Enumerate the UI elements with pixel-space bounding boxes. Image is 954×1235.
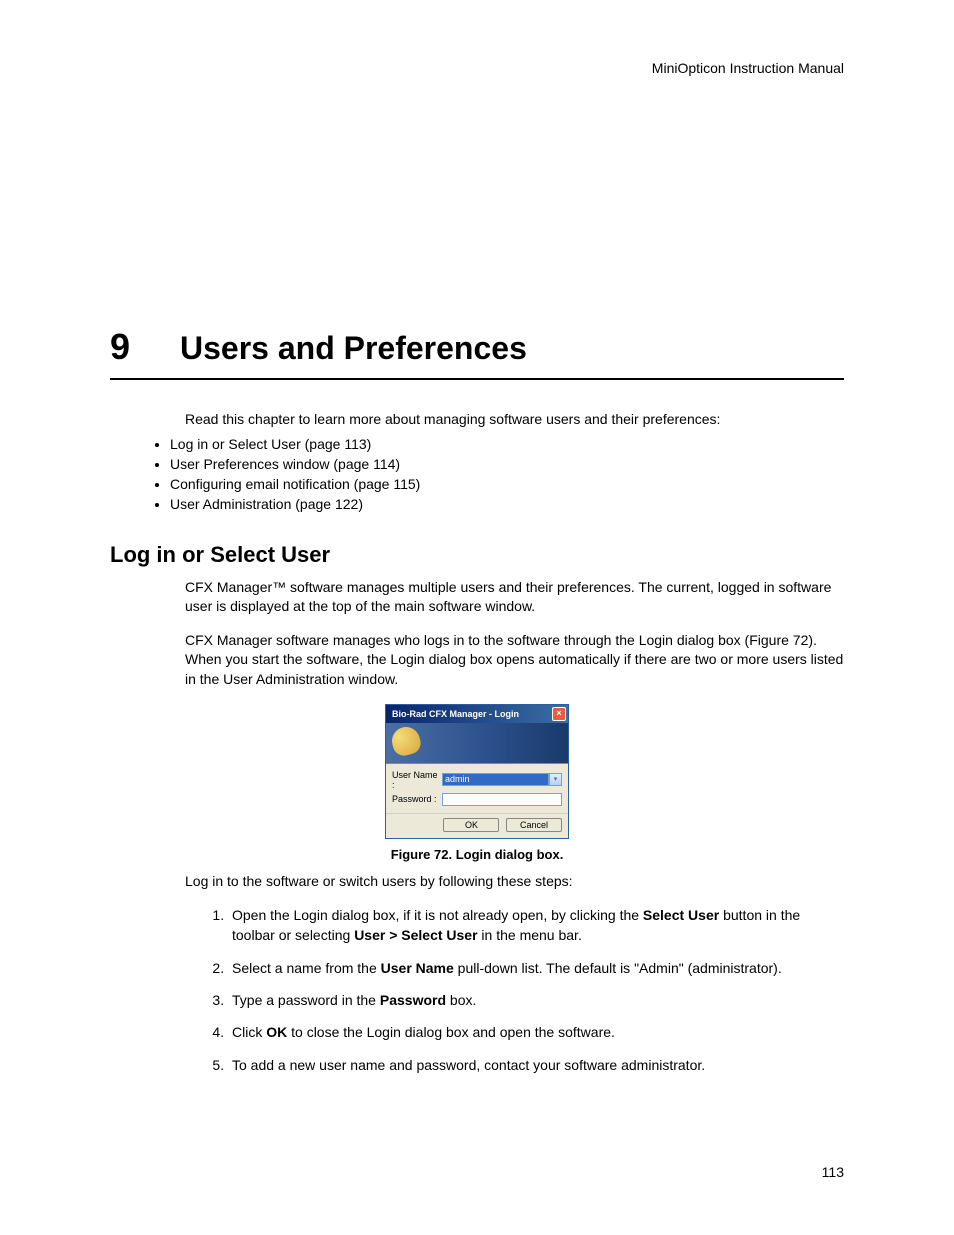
keys-icon [389,723,423,757]
list-item: Select a name from the User Name pull-do… [228,958,844,978]
paragraph: CFX Manager™ software manages multiple u… [185,578,844,617]
login-banner [386,723,568,764]
list-item: Log in or Select User (page 113) [170,436,844,452]
ok-button[interactable]: OK [443,818,499,832]
page-number: 113 [822,1164,844,1180]
steps-list: Open the Login dialog box, if it is not … [110,905,844,1075]
list-item: To add a new user name and password, con… [228,1055,844,1075]
username-label: User Name : [392,770,442,790]
list-item: Configuring email notification (page 115… [170,476,844,492]
list-item: User Preferences window (page 114) [170,456,844,472]
username-input[interactable]: admin [442,773,549,786]
paragraph: Log in to the software or switch users b… [185,872,844,892]
login-dialog-window: Bio-Rad CFX Manager - Login × User Name … [385,704,569,839]
chapter-number: 9 [110,326,180,368]
intro-text: Read this chapter to learn more about ma… [185,410,844,430]
intro-bullets: Log in or Select User (page 113) User Pr… [110,436,844,512]
list-item: Type a password in the Password box. [228,990,844,1010]
chapter-title: Users and Preferences [180,330,527,367]
paragraph: CFX Manager software manages who logs in… [185,631,844,690]
chapter-heading: 9 Users and Preferences [110,326,844,380]
section-heading: Log in or Select User [110,542,844,568]
login-titlebar: Bio-Rad CFX Manager - Login × [386,705,568,723]
chevron-down-icon[interactable]: ▾ [549,773,562,786]
figure-login-dialog: Bio-Rad CFX Manager - Login × User Name … [110,704,844,839]
password-input[interactable] [442,793,562,806]
login-dialog-title: Bio-Rad CFX Manager - Login [392,709,519,719]
close-icon[interactable]: × [552,707,566,721]
list-item: Open the Login dialog box, if it is not … [228,905,844,946]
password-label: Password : [392,794,442,804]
figure-caption: Figure 72. Login dialog box. [110,847,844,862]
list-item: Click OK to close the Login dialog box a… [228,1022,844,1042]
cancel-button[interactable]: Cancel [506,818,562,832]
list-item: User Administration (page 122) [170,496,844,512]
running-header: MiniOpticon Instruction Manual [110,60,844,76]
